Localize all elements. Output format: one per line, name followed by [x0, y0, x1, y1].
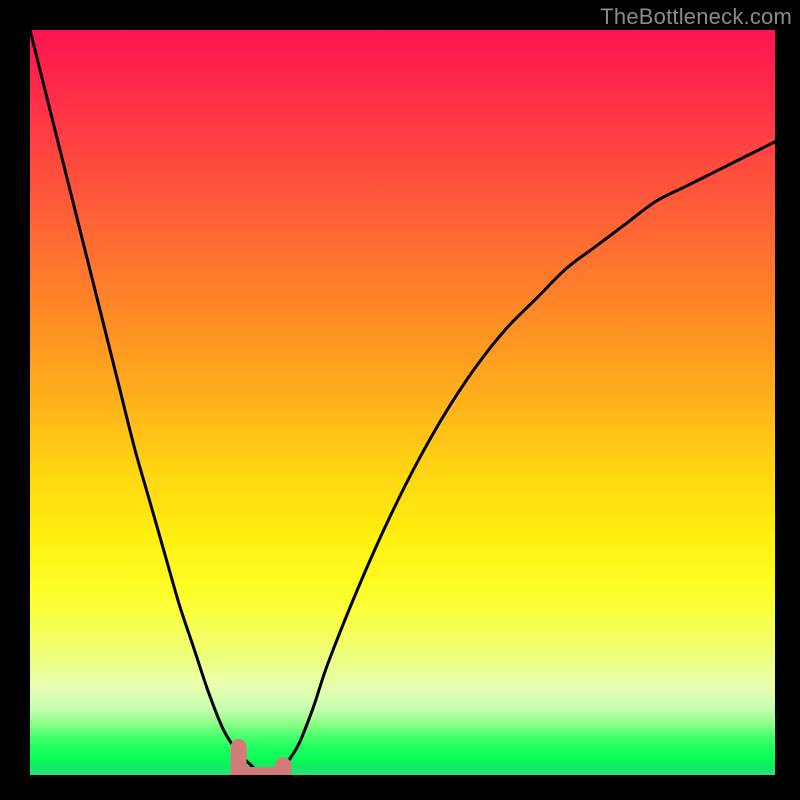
plot-area — [30, 30, 775, 775]
minimum-marker — [239, 747, 284, 775]
chart-frame: TheBottleneck.com — [0, 0, 800, 800]
watermark-text: TheBottleneck.com — [600, 4, 792, 30]
bottleneck-curve-svg — [30, 30, 775, 775]
bottleneck-curve — [30, 30, 775, 775]
